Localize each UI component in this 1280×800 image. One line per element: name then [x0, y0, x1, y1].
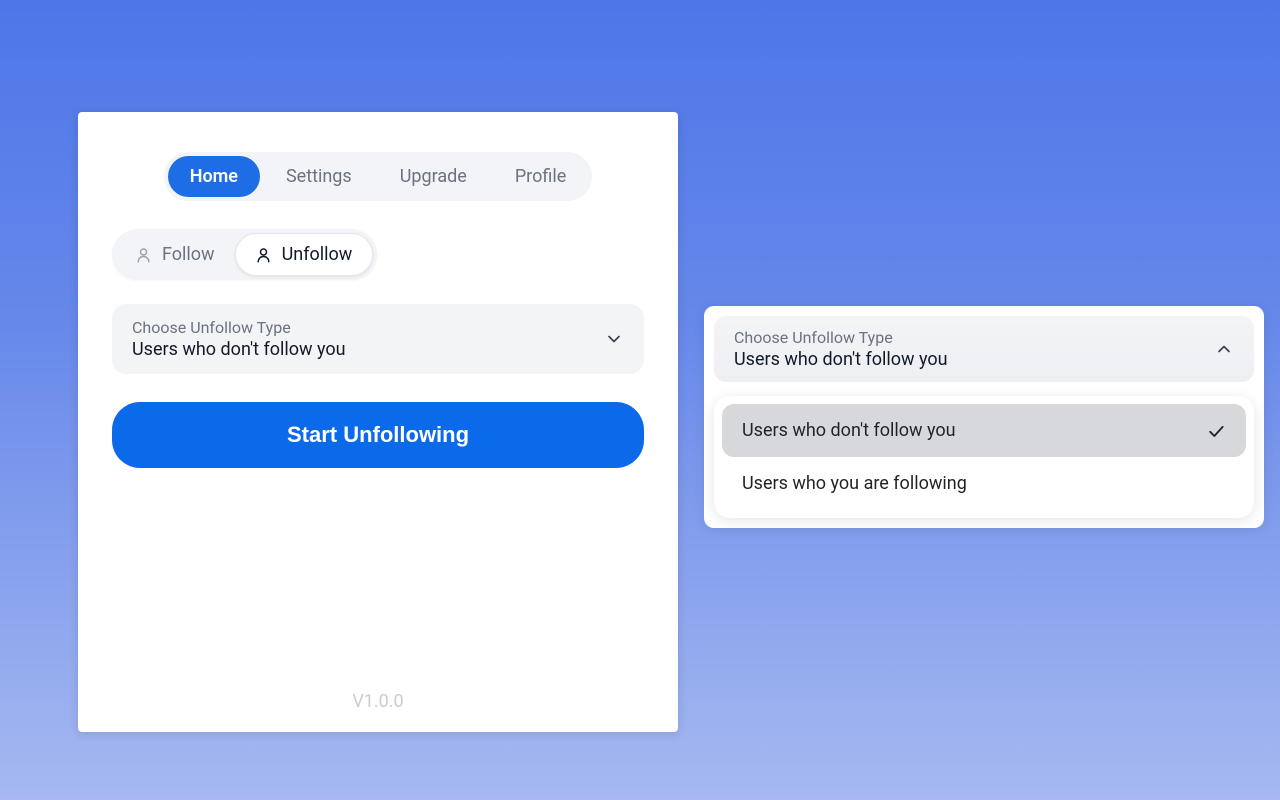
dropdown-options-list: Users who don't follow you Users who you…	[714, 396, 1254, 518]
person-icon	[256, 246, 274, 264]
version-label: V1.0.0	[352, 691, 403, 712]
tab-settings[interactable]: Settings	[264, 156, 374, 197]
mode-segmented-control: Follow Unfollow	[112, 229, 377, 280]
chevron-down-icon	[604, 329, 624, 349]
start-unfollowing-button[interactable]: Start Unfollowing	[112, 402, 644, 468]
mode-follow[interactable]: Follow	[116, 234, 235, 275]
mode-unfollow[interactable]: Unfollow	[235, 233, 374, 276]
dropdown-header[interactable]: Choose Unfollow Type Users who don't fol…	[714, 316, 1254, 382]
tab-home[interactable]: Home	[168, 156, 260, 197]
dropdown-text: Choose Unfollow Type Users who don't fol…	[132, 318, 346, 360]
dropdown-value: Users who don't follow you	[132, 339, 346, 360]
chevron-up-icon	[1214, 339, 1234, 359]
dropdown-option-nonfollowers[interactable]: Users who don't follow you	[722, 404, 1246, 457]
option-label: Users who don't follow you	[742, 420, 956, 441]
unfollow-type-dropdown[interactable]: Choose Unfollow Type Users who don't fol…	[112, 304, 644, 374]
dropdown-option-following[interactable]: Users who you are following	[722, 457, 1246, 510]
check-icon	[1206, 421, 1226, 441]
mode-unfollow-label: Unfollow	[282, 244, 353, 265]
person-icon	[136, 246, 154, 264]
dropdown-value: Users who don't follow you	[734, 349, 948, 370]
nav-tabs: Home Settings Upgrade Profile	[164, 152, 593, 201]
dropdown-label: Choose Unfollow Type	[734, 328, 948, 347]
tab-profile[interactable]: Profile	[493, 156, 588, 197]
option-label: Users who you are following	[742, 473, 967, 494]
mode-follow-label: Follow	[162, 244, 215, 265]
tab-upgrade[interactable]: Upgrade	[378, 156, 489, 197]
dropdown-header-text: Choose Unfollow Type Users who don't fol…	[734, 328, 948, 370]
main-app-panel: Home Settings Upgrade Profile Follow Unf…	[78, 112, 678, 732]
unfollow-type-dropdown-expanded: Choose Unfollow Type Users who don't fol…	[704, 306, 1264, 528]
dropdown-label: Choose Unfollow Type	[132, 318, 346, 337]
